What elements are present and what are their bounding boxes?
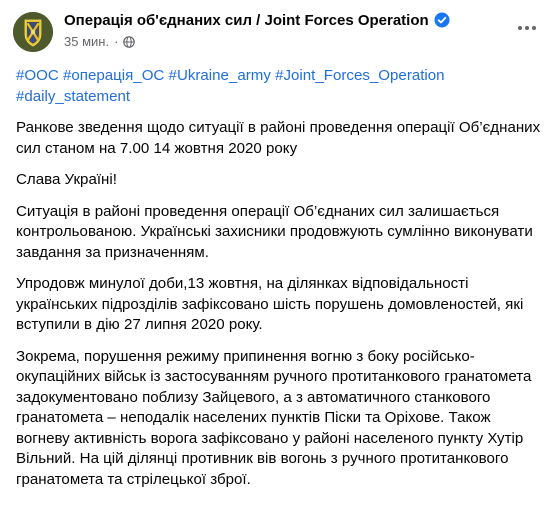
page-avatar[interactable] — [13, 12, 53, 52]
hashtag-link[interactable]: #ООС — [16, 67, 59, 84]
post-timestamp[interactable]: 35 мин. — [64, 34, 109, 49]
more-options-button[interactable] — [514, 18, 540, 38]
post-paragraph-title: Ранкове зведення щодо ситуації в районі … — [16, 119, 541, 157]
post-paragraph-situation: Ситуація в районі проведення операції Об… — [16, 202, 533, 261]
more-options-dot — [525, 26, 529, 30]
hashtag-link[interactable]: #Ukraine_army — [169, 67, 271, 84]
hashtag-link[interactable]: #daily_statement — [16, 88, 130, 105]
post-body: #ООС #операція_ОС #Ukraine_army #Joint_F… — [16, 66, 544, 501]
hashtag-link[interactable]: #операція_ОС — [63, 67, 164, 84]
facebook-post: Операція об'єднаних сил / Joint Forces O… — [0, 0, 554, 529]
page-name-text[interactable]: Операція об'єднаних сил / Joint Forces O… — [64, 12, 429, 29]
jfo-emblem-icon — [13, 12, 53, 52]
post-paragraph-details: Зокрема, порушення режиму припинення вог… — [16, 347, 532, 488]
more-options-dot — [532, 26, 536, 30]
page-name-link[interactable]: Операція об'єднаних сил / Joint Forces O… — [64, 12, 450, 29]
more-options-dot — [518, 26, 522, 30]
post-paragraph-violations: Упродовж минулої доби,13 жовтня, на діля… — [16, 275, 524, 333]
post-paragraph-greeting: Слава Україні! — [16, 171, 117, 188]
globe-icon[interactable] — [123, 35, 136, 48]
hashtag-link[interactable]: #Joint_Forces_Operation — [275, 67, 444, 84]
post-meta: 35 мин. · — [64, 34, 136, 49]
meta-separator: · — [114, 34, 119, 49]
hashtag-list: #ООС #операція_ОС #Ukraine_army #Joint_F… — [16, 66, 544, 107]
verified-badge-icon — [434, 12, 450, 28]
